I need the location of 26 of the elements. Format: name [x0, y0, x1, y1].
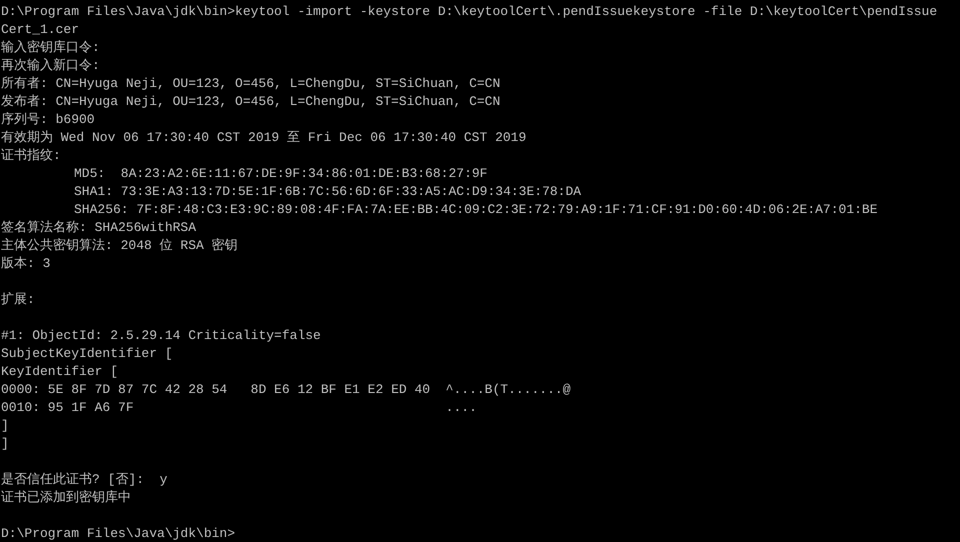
console-line: SHA1: 73:3E:A3:13:7D:5E:1F:6B:7C:56:6D:6F:33:A5:AC:D9:34:3E:78:DA	[74, 183, 582, 201]
console-line: D:\Program Files\Java\jdk\bin>keytool -import -keystore D:\keytoolCert\.pendIssuekeystore -file D:\keytoolCert\pendIssue	[1, 3, 938, 21]
console-line: SHA256: 7F:8F:48:C3:E3:9C:89:08:4F:FA:7A:EE:BB:4C:09:C2:3E:72:79:A9:1F:71:CF:91:D0:60:4D:06:2E:A7:01:BE	[74, 201, 878, 219]
console-line: 证书已添加到密钥库中	[1, 489, 131, 507]
console-line: 序列号: b6900	[1, 111, 95, 129]
console-line: 是否信任此证书? [否]: y	[1, 471, 168, 489]
console-line: #1: ObjectId: 2.5.29.14 Criticality=false	[1, 327, 321, 345]
console-line: 证书指纹:	[1, 147, 61, 165]
console-line: SubjectKeyIdentifier [	[1, 345, 173, 363]
console-line: 0000: 5E 8F 7D 87 7C 42 28 54 8D E6 12 BF E1 E2 ED 40 ^....B(T.......@	[1, 381, 570, 399]
console-line: 签名算法名称: SHA256withRSA	[1, 219, 196, 237]
console-line: 再次输入新口令:	[1, 57, 100, 75]
console-line: 主体公共密钥算法: 2048 位 RSA 密钥	[1, 237, 238, 255]
console-line: ]	[1, 435, 9, 453]
console-line: D:\Program Files\Java\jdk\bin>	[1, 525, 236, 542]
console-line: 所有者: CN=Hyuga Neji, OU=123, O=456, L=ChengDu, ST=SiChuan, C=CN	[1, 75, 500, 93]
console-line: 扩展:	[1, 291, 35, 309]
console-line: 有效期为 Wed Nov 06 17:30:40 CST 2019 至 Fri Dec 06 17:30:40 CST 2019	[1, 129, 526, 147]
console-line: ]	[1, 417, 9, 435]
console-line: Cert_1.cer	[1, 21, 80, 39]
console-line: 输入密钥库口令:	[1, 39, 100, 57]
console-line: MD5: 8A:23:A2:6E:11:67:DE:9F:34:86:01:DE:B3:68:27:9F	[74, 165, 488, 183]
console-line: 版本: 3	[1, 255, 50, 273]
console-line: 0010: 95 1F A6 7F ....	[1, 399, 477, 417]
console-line: KeyIdentifier [	[1, 363, 118, 381]
console-line: 发布者: CN=Hyuga Neji, OU=123, O=456, L=ChengDu, ST=SiChuan, C=CN	[1, 93, 500, 111]
